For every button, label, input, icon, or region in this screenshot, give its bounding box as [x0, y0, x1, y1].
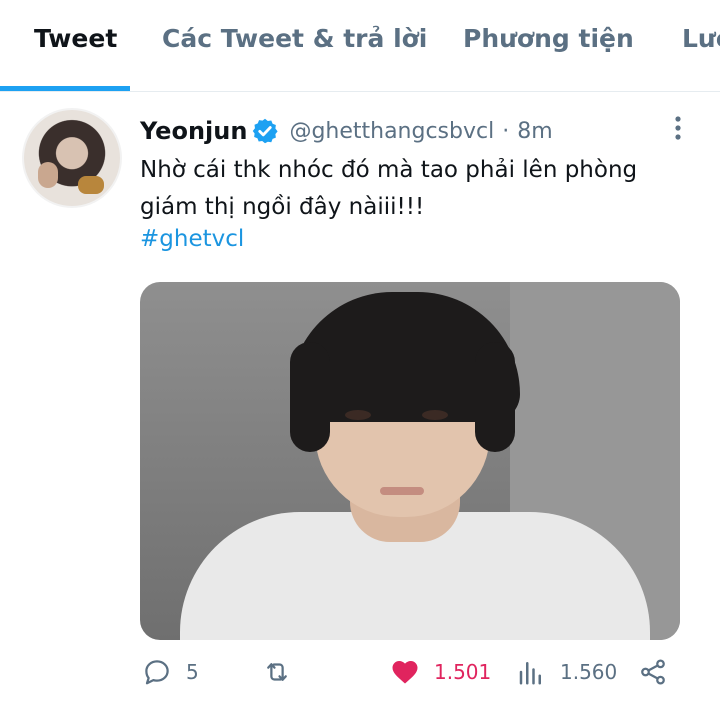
- tab-tweets[interactable]: Tweet: [34, 24, 117, 53]
- active-tab-indicator: [0, 86, 130, 91]
- views-count: 1.560: [560, 660, 618, 684]
- tab-media[interactable]: Phương tiện: [463, 24, 634, 53]
- tweet-text: Nhờ cái thk nhóc đó mà tao phải lên phòn…: [140, 157, 638, 220]
- retweet-icon: [267, 663, 287, 681]
- heart-icon: [392, 661, 418, 684]
- profile-tabs: Tweet Các Tweet & trả lời Phương tiện Lư…: [0, 0, 720, 92]
- views-button[interactable]: 1.560: [516, 656, 617, 688]
- user-handle[interactable]: @ghetthangcsbvcl: [289, 119, 494, 144]
- retweet-button[interactable]: [262, 656, 306, 688]
- tweet-timestamp[interactable]: 8m: [517, 119, 552, 144]
- verified-badge-icon: [253, 118, 279, 144]
- avatar[interactable]: [22, 108, 122, 208]
- display-name[interactable]: Yeonjun: [140, 117, 247, 145]
- tweet-actions: 5 1.501 1.560: [140, 650, 680, 694]
- tweet-header: Yeonjun @ghetthangcsbvcl · 8m: [140, 116, 553, 146]
- hashtag-link[interactable]: #ghetvcl: [140, 226, 244, 252]
- more-options-icon[interactable]: [666, 114, 690, 144]
- reply-icon: [145, 660, 169, 685]
- share-icon: [641, 659, 665, 685]
- like-count: 1.501: [434, 660, 492, 684]
- share-button[interactable]: [638, 656, 668, 688]
- reply-count: 5: [186, 660, 199, 684]
- separator-dot: ·: [502, 118, 510, 144]
- tweet-media-photo[interactable]: [140, 282, 680, 640]
- like-button[interactable]: 1.501: [390, 656, 491, 688]
- tab-tweets-and-replies[interactable]: Các Tweet & trả lời: [162, 24, 427, 53]
- tab-likes[interactable]: Lượ: [682, 24, 720, 53]
- analytics-icon: [519, 662, 541, 685]
- reply-button[interactable]: 5: [142, 656, 199, 688]
